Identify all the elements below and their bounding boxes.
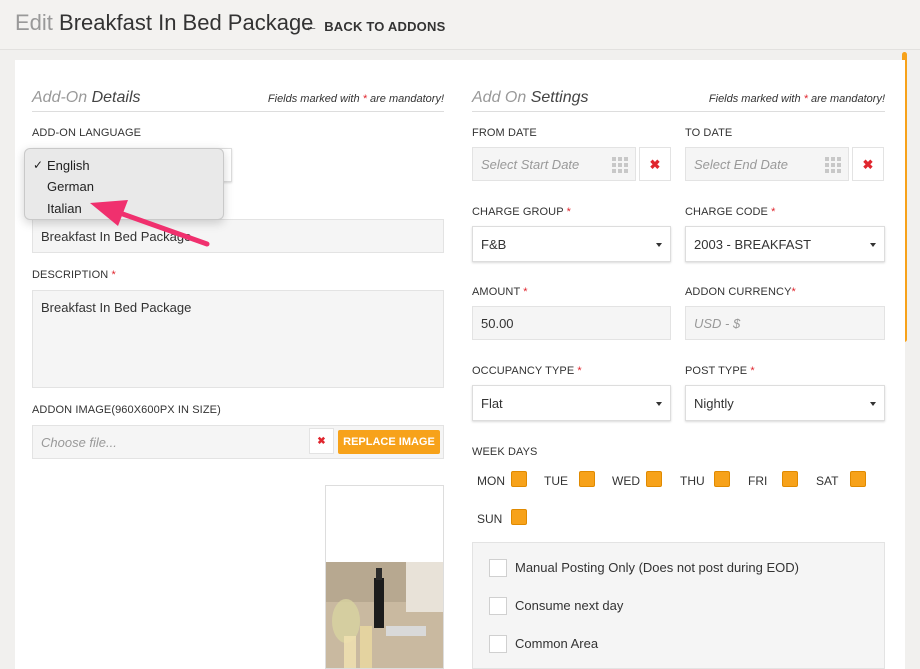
occupancy-star: * [577,365,582,377]
manual-posting-label: Manual Posting Only (Does not post durin… [515,560,799,575]
addon-details-title-a: Add-On [32,89,88,106]
language-option-german[interactable]: German [47,179,94,194]
image-label: ADDON IMAGE(960X600PX IN SIZE) [32,404,221,416]
top-bar: Edit Breakfast In Bed Package ← BACK TO A… [0,0,920,50]
language-option-italian[interactable]: Italian [47,201,82,216]
amount-star: * [523,286,528,298]
calendar-grid-icon-to[interactable] [825,157,841,173]
charge-code-value: 2003 - BREAKFAST [694,237,812,252]
from-date-label: FROM DATE [472,127,537,139]
chevron-down-icon [656,243,662,247]
addon-image-preview [325,485,444,669]
post-type-label-text: POST TYPE [685,365,748,377]
page-title-prefix: Edit [15,10,53,35]
occupancy-label-text: OCCUPANCY TYPE [472,365,575,377]
replace-image-button[interactable]: REPLACE IMAGE [338,430,440,454]
day-label-fri: FRI [748,474,768,488]
currency-star: * [791,286,796,298]
occupancy-label: OCCUPANCY TYPE * [472,365,582,377]
charge-group-label: CHARGE GROUP * [472,206,571,218]
post-type-star: * [750,365,755,377]
day-label-sun: SUN [477,512,503,526]
charge-code-label: CHARGE CODE * [685,206,776,218]
mandatory-note-a: Fields marked with [267,93,360,105]
language-label: ADD-ON LANGUAGE [32,127,142,139]
consume-next-day-label: Consume next day [515,598,624,613]
post-type-label: POST TYPE * [685,365,755,377]
day-checkbox-sat[interactable] [850,471,866,487]
breakfast-photo [326,562,443,668]
charge-code-star: * [771,206,776,218]
calendar-grid-icon[interactable] [612,157,628,173]
addon-details-header: Add-On Details Fields marked with * are … [32,86,444,112]
addon-details-title-b: Details [91,89,141,106]
consume-next-day-checkbox[interactable] [489,597,507,615]
day-checkbox-mon[interactable] [511,471,527,487]
mandatory-note-right: Fields marked with * are mandatory! [709,93,885,105]
day-checkbox-tue[interactable] [579,471,595,487]
currency-label-text: ADDON CURRENCY [685,286,792,298]
day-label-mon: MON [477,474,505,488]
clear-image-icon[interactable]: ✖ [309,428,334,454]
page-title: Edit Breakfast In Bed Package [15,10,313,36]
chevron-down-icon [870,243,876,247]
chevron-down-icon [656,402,662,406]
page-title-name: Breakfast In Bed Package [59,10,314,35]
occupancy-select[interactable]: Flat [472,385,671,421]
clear-to-date-icon[interactable]: ✖ [852,147,884,181]
currency-field: USD - $ [685,306,885,340]
charge-group-select[interactable]: F&B [472,226,671,262]
addon-settings-title-b: Settings [530,89,589,106]
charge-group-value: F&B [481,237,507,252]
day-label-wed: WED [612,474,640,488]
occupancy-value: Flat [481,396,503,411]
description-label-text: DESCRIPTION [32,269,109,281]
day-label-sat: SAT [816,474,839,488]
description-required-star: * [111,269,116,281]
description-field[interactable]: Breakfast In Bed Package [32,290,444,388]
amount-label-text: AMOUNT [472,286,521,298]
post-type-value: Nightly [694,396,734,411]
day-checkbox-fri[interactable] [782,471,798,487]
day-checkbox-wed[interactable] [646,471,662,487]
day-checkbox-thu[interactable] [714,471,730,487]
back-arrow-icon: ← [304,18,319,34]
charge-code-label-text: CHARGE CODE [685,206,768,218]
addon-settings-header: Add On Settings Fields marked with * are… [472,86,885,112]
check-icon: ✓ [33,158,44,172]
common-area-label: Common Area [515,636,599,651]
mandatory-note-right-b: are mandatory! [811,93,885,105]
day-label-thu: THU [680,474,705,488]
description-label: DESCRIPTION * [32,269,116,281]
week-days-label: WEEK DAYS [472,446,538,458]
language-option-english[interactable]: English [47,158,90,173]
post-type-select[interactable]: Nightly [685,385,885,421]
charge-group-star: * [566,206,572,218]
mandatory-star: * [362,93,367,105]
day-checkbox-sun[interactable] [511,509,527,525]
addon-details-title: Add-On Details [32,89,141,107]
manual-posting-checkbox[interactable] [489,559,507,577]
addon-settings-title: Add On Settings [472,89,589,107]
mandatory-star-right: * [803,93,808,105]
currency-label: ADDON CURRENCY* [685,286,796,298]
mandatory-note-b: are mandatory! [370,93,444,105]
addon-name-field[interactable]: Breakfast In Bed Package [32,219,444,253]
back-to-addons-label: BACK TO ADDONS [324,19,446,34]
chevron-down-icon [870,402,876,406]
charge-code-select[interactable]: 2003 - BREAKFAST [685,226,885,262]
addon-settings-title-a: Add On [472,89,527,106]
to-date-label: TO DATE [685,127,733,139]
clear-from-date-icon[interactable]: ✖ [639,147,671,181]
amount-label: AMOUNT * [472,286,528,298]
language-dropdown-menu: ✓ English German Italian [24,148,224,220]
day-label-tue: TUE [544,474,568,488]
amount-field[interactable]: 50.00 [472,306,671,340]
mandatory-note-right-a: Fields marked with [708,93,801,105]
common-area-checkbox[interactable] [489,635,507,653]
charge-group-label-text: CHARGE GROUP [472,206,564,218]
mandatory-note: Fields marked with * are mandatory! [268,93,444,105]
back-to-addons-link[interactable]: ← BACK TO ADDONS [304,18,445,34]
